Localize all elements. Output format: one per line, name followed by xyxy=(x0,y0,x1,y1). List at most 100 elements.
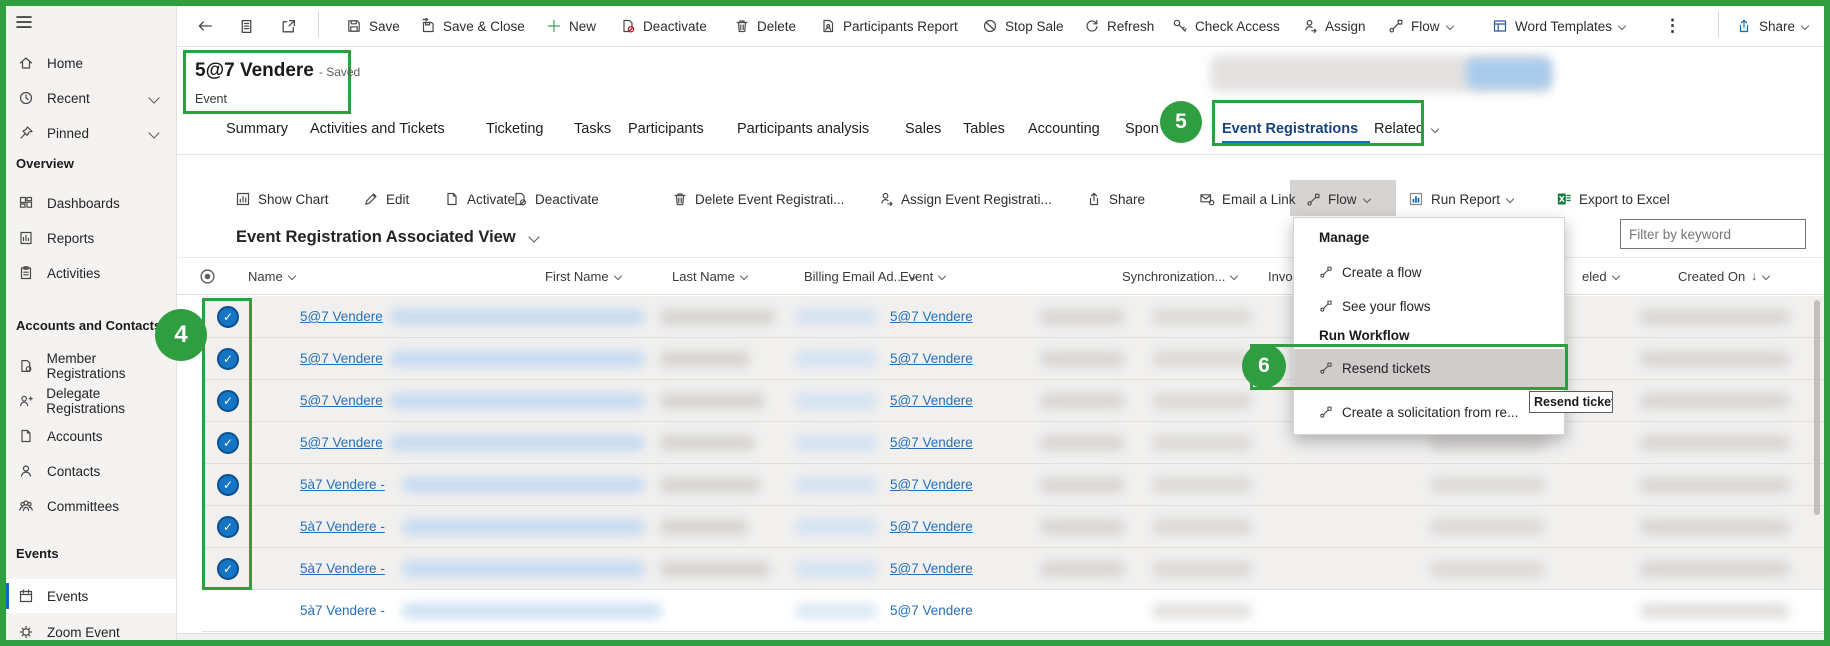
row-checkbox-checked[interactable]: ✓ xyxy=(217,306,239,328)
tab-tasks[interactable]: Tasks xyxy=(574,112,611,146)
sidebar-item-home[interactable]: Home xyxy=(0,48,176,78)
tab-related[interactable]: Related xyxy=(1374,112,1438,146)
edit-button[interactable]: Edit xyxy=(363,184,409,214)
save-and-close-button[interactable]: Save & Close xyxy=(420,14,525,38)
share-button[interactable]: Share xyxy=(1736,14,1808,38)
row-name-link[interactable]: 5@7 Vendere xyxy=(300,309,383,324)
table-row[interactable]: ✓ 5à7 Vendere - 5@7 Vendere xyxy=(202,464,1824,506)
table-row[interactable]: ✓ 5@7 Vendere 5@7 Vendere xyxy=(202,296,1824,338)
row-name-link[interactable]: 5@7 Vendere xyxy=(300,393,383,408)
table-row[interactable]: ✓ 5à7 Vendere - 5@7 Vendere xyxy=(202,548,1824,590)
column-header-name[interactable]: Name xyxy=(248,258,295,294)
row-name-link[interactable]: 5à7 Vendere - xyxy=(300,603,385,618)
check-access-button[interactable]: Check Access xyxy=(1172,14,1280,38)
dashboards-icon xyxy=(18,195,34,211)
sidebar-item-pinned[interactable]: Pinned xyxy=(0,118,176,148)
sidebar-item-activities[interactable]: Activities xyxy=(0,258,176,288)
column-header-synchronization[interactable]: Synchronization... xyxy=(1122,258,1237,294)
sidebar-item-committees[interactable]: Committees xyxy=(0,491,176,521)
menu-item-create-a-flow[interactable]: Create a flow xyxy=(1294,256,1564,288)
tab-participants[interactable]: Participants xyxy=(628,112,704,146)
sidebar-item-zoom-event[interactable]: Zoom Event xyxy=(0,617,176,646)
assign-button[interactable]: Assign xyxy=(1302,14,1366,38)
delete-event-registration-button[interactable]: Delete Event Registrati... xyxy=(672,184,844,214)
sidebar-item-recent[interactable]: Recent xyxy=(0,83,176,113)
sidebar-item-delegate-registrations[interactable]: Delegate Registrations xyxy=(0,386,176,416)
word-templates-button[interactable]: Word Templates xyxy=(1492,14,1625,38)
email-a-link-button[interactable]: Email a Link xyxy=(1199,184,1296,214)
share-grid-button[interactable]: Share xyxy=(1086,184,1145,214)
sidebar-item-dashboards[interactable]: Dashboards xyxy=(0,188,176,218)
more-commands-button[interactable]: ⋮ xyxy=(1664,14,1681,38)
table-row[interactable]: 5à7 Vendere - 5@7 Vendere xyxy=(202,590,1824,632)
row-event-link[interactable]: 5@7 Vendere xyxy=(890,603,973,618)
table-row[interactable]: ✓ 5à7 Vendere - 5@7 Vendere xyxy=(202,506,1824,548)
menu-item-see-your-flows[interactable]: See your flows xyxy=(1294,290,1564,322)
row-checkbox-checked[interactable]: ✓ xyxy=(217,348,239,370)
sidebar-item-member-registrations[interactable]: Member Registrations xyxy=(0,351,176,381)
column-header-event[interactable]: Event xyxy=(900,258,945,294)
row-event-link[interactable]: 5@7 Vendere xyxy=(890,309,973,324)
row-event-link[interactable]: 5@7 Vendere xyxy=(890,561,973,576)
column-header-invoice[interactable]: Invo xyxy=(1268,258,1293,294)
row-checkbox-checked[interactable]: ✓ xyxy=(217,558,239,580)
row-name-link[interactable]: 5à7 Vendere - xyxy=(300,561,385,576)
row-name-link[interactable]: 5@7 Vendere xyxy=(300,435,383,450)
tab-tables[interactable]: Tables xyxy=(963,112,1005,146)
row-checkbox-checked[interactable]: ✓ xyxy=(217,516,239,538)
vertical-scrollbar[interactable] xyxy=(1814,300,1820,515)
row-name-link[interactable]: 5à7 Vendere - xyxy=(300,477,385,492)
row-event-link[interactable]: 5@7 Vendere xyxy=(890,435,973,450)
tab-participants-analysis[interactable]: Participants analysis xyxy=(737,112,869,146)
refresh-button[interactable]: Refresh xyxy=(1084,14,1154,38)
row-checkbox-checked[interactable]: ✓ xyxy=(217,474,239,496)
sidebar-item-contacts[interactable]: Contacts xyxy=(0,456,176,486)
delete-button[interactable]: Delete xyxy=(734,14,796,38)
tab-activities-and-tickets[interactable]: Activities and Tickets xyxy=(310,112,445,146)
row-name-link[interactable]: 5@7 Vendere xyxy=(300,351,383,366)
select-all-toggle[interactable] xyxy=(199,258,216,294)
menu-item-resend-tickets[interactable]: Resend tickets xyxy=(1294,349,1564,387)
new-button[interactable]: New xyxy=(546,14,596,38)
tab-summary[interactable]: Summary xyxy=(226,112,288,146)
row-name-link[interactable]: 5à7 Vendere - xyxy=(300,519,385,534)
table-row[interactable]: ✓ 5@7 Vendere 5@7 Vendere xyxy=(202,422,1824,464)
run-report-button[interactable]: Run Report xyxy=(1408,184,1513,214)
flow-button-top[interactable]: Flow xyxy=(1388,14,1453,38)
row-checkbox-checked[interactable]: ✓ xyxy=(217,390,239,412)
table-row[interactable]: ✓ 5@7 Vendere 5@7 Vendere xyxy=(202,338,1824,380)
save-button[interactable]: Save xyxy=(346,14,400,38)
column-header-canceled[interactable]: eled xyxy=(1582,258,1619,294)
row-event-link[interactable]: 5@7 Vendere xyxy=(890,393,973,408)
export-to-excel-button[interactable]: Export to Excel xyxy=(1556,184,1670,214)
sidebar-item-events[interactable]: Events xyxy=(0,579,176,613)
row-event-link[interactable]: 5@7 Vendere xyxy=(890,477,973,492)
tab-sales[interactable]: Sales xyxy=(905,112,941,146)
filter-by-keyword-input[interactable] xyxy=(1620,219,1806,249)
tab-accounting[interactable]: Accounting xyxy=(1028,112,1100,146)
activate-button[interactable]: Activate xyxy=(444,184,515,214)
show-chart-button[interactable]: Show Chart xyxy=(235,184,329,214)
tab-ticketing[interactable]: Ticketing xyxy=(486,112,543,146)
back-button[interactable] xyxy=(196,14,214,38)
tab-sponsorship[interactable]: Spon xyxy=(1125,112,1159,146)
column-header-created-on[interactable]: Created On↓ xyxy=(1678,258,1769,294)
form-view-button[interactable] xyxy=(238,14,255,38)
column-header-first-name[interactable]: First Name xyxy=(545,258,621,294)
hamburger-menu-button[interactable] xyxy=(14,12,38,36)
row-event-link[interactable]: 5@7 Vendere xyxy=(890,351,973,366)
deactivate-button[interactable]: Deactivate xyxy=(620,14,707,38)
column-header-last-name[interactable]: Last Name xyxy=(672,258,747,294)
row-checkbox-checked[interactable]: ✓ xyxy=(217,432,239,454)
flow-button-grid[interactable]: Flow xyxy=(1306,184,1370,214)
menu-item-create-solicitation[interactable]: Create a solicitation from re... xyxy=(1294,396,1564,428)
view-selector[interactable]: Event Registration Associated View xyxy=(236,222,538,252)
sidebar-item-accounts[interactable]: Accounts xyxy=(0,421,176,451)
assign-event-registration-button[interactable]: Assign Event Registrati... xyxy=(878,184,1052,214)
participants-report-button[interactable]: Participants Report xyxy=(820,14,958,38)
deactivate-grid-button[interactable]: Deactivate xyxy=(512,184,599,214)
stop-sale-button[interactable]: Stop Sale xyxy=(982,14,1064,38)
sidebar-item-reports[interactable]: Reports xyxy=(0,223,176,253)
row-event-link[interactable]: 5@7 Vendere xyxy=(890,519,973,534)
popout-button[interactable] xyxy=(280,14,297,38)
